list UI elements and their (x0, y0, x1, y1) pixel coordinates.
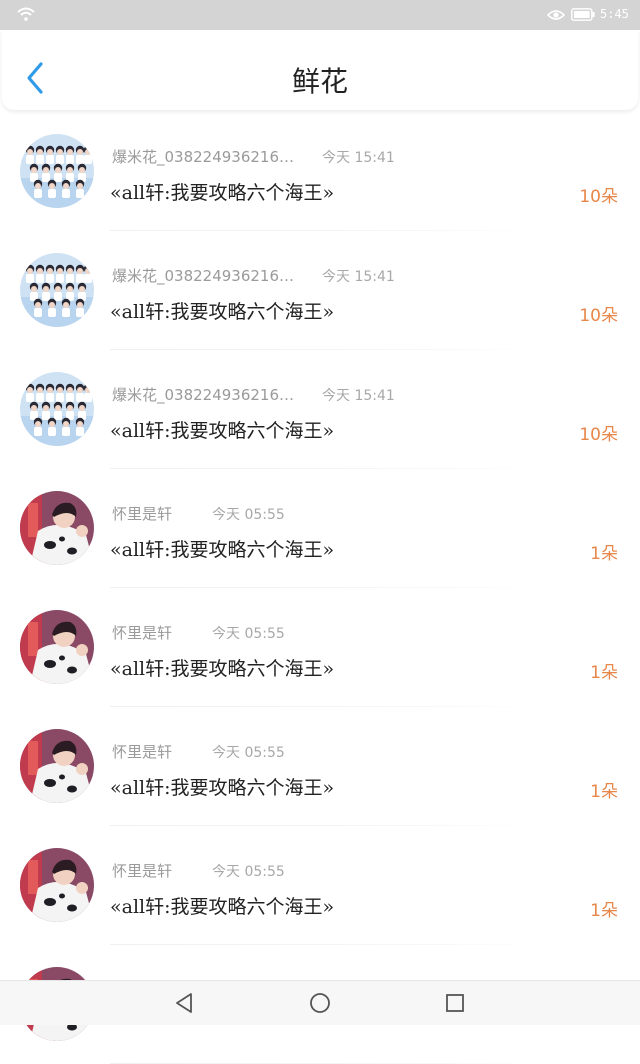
sender-name: 怀里是轩 (112, 505, 173, 523)
flower-count: 1朵 (590, 544, 618, 564)
sender-name: 怀里是轩 (112, 624, 173, 642)
page-header: 鲜花 (2, 30, 638, 110)
avatar[interactable] (20, 729, 94, 803)
avatar[interactable] (20, 848, 94, 922)
avatar[interactable] (20, 253, 94, 327)
flower-list: 爆米花_038224936216… 今天 15:41 «all轩:我要攻略六个海王»… (0, 112, 640, 1064)
list-item[interactable]: 怀里是轩 今天 05:55 «all轩:我要攻略六个海王» 1朵 (0, 826, 640, 945)
timestamp: 今天 05:55 (212, 745, 285, 761)
sender-name: 爆米花_038224936216… (112, 386, 295, 404)
flower-count: 1朵 (590, 663, 618, 683)
sender-name: 爆米花_038224936216… (112, 148, 295, 166)
timestamp: 今天 05:55 (212, 507, 285, 523)
list-item[interactable]: 怀里是轩 今天 05:55 «all轩:我要攻略六个海王» 1朵 (0, 588, 640, 707)
avatar[interactable] (20, 610, 94, 684)
timestamp: 今天 15:41 (322, 269, 395, 285)
timestamp: 今天 15:41 (322, 150, 395, 166)
timestamp: 今天 05:55 (212, 626, 285, 642)
flower-count: 10朵 (579, 306, 618, 326)
status-time: 5:45 (600, 7, 629, 21)
avatar[interactable] (20, 134, 94, 208)
timestamp: 今天 15:41 (322, 388, 395, 404)
wifi-icon (17, 7, 35, 21)
list-item[interactable]: 爆米花_038224936216… 今天 15:41 «all轩:我要攻略六个海王»… (0, 350, 640, 469)
status-bar: 5:45 (0, 0, 640, 30)
flower-count: 1朵 (590, 901, 618, 921)
back-triangle-icon[interactable] (172, 991, 196, 1015)
avatar[interactable] (20, 372, 94, 446)
system-nav-bar (0, 980, 640, 1025)
list-item[interactable]: 怀里是轩 今天 05:55 «all轩:我要攻略六个海王» 1朵 (0, 469, 640, 588)
book-title: «all轩:我要攻略六个海王» (110, 301, 335, 323)
list-item[interactable]: 爆米花_038224936216… 今天 15:41 «all轩:我要攻略六个海王»… (0, 231, 640, 350)
page-title: 鲜花 (291, 65, 348, 98)
home-circle-icon[interactable] (308, 991, 332, 1015)
book-title: «all轩:我要攻略六个海王» (110, 420, 335, 442)
book-title: «all轩:我要攻略六个海王» (110, 539, 335, 561)
sender-name: 怀里是轩 (112, 743, 173, 761)
recents-square-icon[interactable] (443, 991, 467, 1015)
sender-name: 怀里是轩 (112, 862, 173, 880)
book-title: «all轩:我要攻略六个海王» (110, 777, 335, 799)
list-item[interactable]: 怀里是轩 今天 05:55 «all轩:我要攻略六个海王» 1朵 (0, 707, 640, 826)
book-title: «all轩:我要攻略六个海王» (110, 896, 335, 918)
list-item[interactable]: 爆米花_038224936216… 今天 15:41 «all轩:我要攻略六个海王»… (0, 112, 640, 231)
flower-count: 1朵 (590, 782, 618, 802)
book-title: «all轩:我要攻略六个海王» (110, 658, 335, 680)
flower-count: 10朵 (579, 187, 618, 207)
battery-icon (571, 8, 595, 21)
sender-name: 爆米花_038224936216… (112, 267, 295, 285)
book-title: «all轩:我要攻略六个海王» (110, 182, 335, 204)
eye-icon (547, 10, 565, 20)
timestamp: 今天 05:55 (212, 864, 285, 880)
avatar[interactable] (20, 491, 94, 565)
flower-count: 10朵 (579, 425, 618, 445)
